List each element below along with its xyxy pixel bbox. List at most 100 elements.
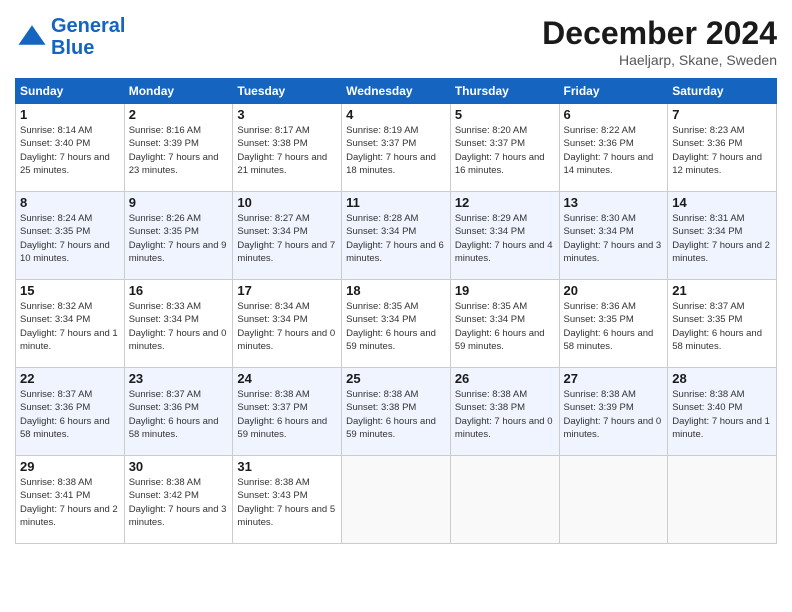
day-number: 23	[129, 371, 229, 386]
logo-line2: Blue	[51, 37, 94, 59]
calendar-cell: 3 Sunrise: 8:17 AMSunset: 3:38 PMDaylight…	[233, 104, 342, 192]
calendar-cell: 11Sunrise: 8:28 AMSunset: 3:34 PMDayligh…	[342, 192, 451, 280]
day-number: 7	[672, 107, 772, 122]
weekday-header: Sunday	[16, 79, 125, 104]
calendar-cell: 27 Sunrise: 8:38 AMSunset: 3:39 PMDayligh…	[559, 368, 668, 456]
day-number: 13	[564, 195, 664, 210]
calendar-cell: 12 Sunrise: 8:29 AMSunset: 3:34 PMDayligh…	[450, 192, 559, 280]
calendar-cell: 2 Sunrise: 8:16 AMSunset: 3:39 PMDaylight…	[124, 104, 233, 192]
day-info: Sunrise: 8:29 AMSunset: 3:34 PMDaylight:…	[455, 212, 555, 265]
title-block: December 2024 Haeljarp, Skane, Sweden	[542, 15, 777, 68]
calendar-cell: 14Sunrise: 8:31 AMSunset: 3:34 PMDayligh…	[668, 192, 777, 280]
logo: General Blue	[15, 15, 125, 59]
calendar-cell: 10 Sunrise: 8:27 AMSunset: 3:34 PMDayligh…	[233, 192, 342, 280]
calendar-cell: 20Sunrise: 8:36 AMSunset: 3:35 PMDayligh…	[559, 280, 668, 368]
logo-text: General Blue	[51, 15, 125, 59]
calendar-week-row: 29 Sunrise: 8:38 AMSunset: 3:41 PMDayligh…	[16, 456, 777, 544]
day-info: Sunrise: 8:16 AMSunset: 3:39 PMDaylight:…	[129, 124, 229, 177]
calendar-page: General Blue December 2024 Haeljarp, Ska…	[0, 0, 792, 612]
day-number: 19	[455, 283, 555, 298]
day-info: Sunrise: 8:30 AMSunset: 3:34 PMDaylight:…	[564, 212, 664, 265]
day-number: 4	[346, 107, 446, 122]
day-info: Sunrise: 8:38 AMSunset: 3:40 PMDaylight:…	[672, 388, 772, 441]
calendar-cell: 31Sunrise: 8:38 AMSunset: 3:43 PMDayligh…	[233, 456, 342, 544]
calendar-week-row: 22 Sunrise: 8:37 AMSunset: 3:36 PMDayligh…	[16, 368, 777, 456]
calendar-cell: 26 Sunrise: 8:38 AMSunset: 3:38 PMDayligh…	[450, 368, 559, 456]
day-number: 21	[672, 283, 772, 298]
day-number: 31	[237, 459, 337, 474]
day-info: Sunrise: 8:38 AMSunset: 3:41 PMDaylight:…	[20, 476, 120, 529]
calendar-cell: 15 Sunrise: 8:32 AMSunset: 3:34 PMDayligh…	[16, 280, 125, 368]
day-info: Sunrise: 8:23 AMSunset: 3:36 PMDaylight:…	[672, 124, 772, 177]
month-title: December 2024	[542, 15, 777, 52]
calendar-cell: 9 Sunrise: 8:26 AMSunset: 3:35 PMDaylight…	[124, 192, 233, 280]
day-number: 8	[20, 195, 120, 210]
day-number: 17	[237, 283, 337, 298]
calendar-cell: 29 Sunrise: 8:38 AMSunset: 3:41 PMDayligh…	[16, 456, 125, 544]
weekday-header: Thursday	[450, 79, 559, 104]
day-info: Sunrise: 8:27 AMSunset: 3:34 PMDaylight:…	[237, 212, 337, 265]
calendar-cell: 6 Sunrise: 8:22 AMSunset: 3:36 PMDaylight…	[559, 104, 668, 192]
day-number: 18	[346, 283, 446, 298]
calendar-cell: 4 Sunrise: 8:19 AMSunset: 3:37 PMDaylight…	[342, 104, 451, 192]
weekday-header-row: SundayMondayTuesdayWednesdayThursdayFrid…	[16, 79, 777, 104]
day-number: 22	[20, 371, 120, 386]
day-number: 2	[129, 107, 229, 122]
day-number: 3	[237, 107, 337, 122]
day-info: Sunrise: 8:38 AMSunset: 3:38 PMDaylight:…	[455, 388, 555, 441]
calendar-cell: 28 Sunrise: 8:38 AMSunset: 3:40 PMDayligh…	[668, 368, 777, 456]
day-number: 9	[129, 195, 229, 210]
calendar-cell: 21 Sunrise: 8:37 AMSunset: 3:35 PMDayligh…	[668, 280, 777, 368]
calendar-cell: 18Sunrise: 8:35 AMSunset: 3:34 PMDayligh…	[342, 280, 451, 368]
day-number: 29	[20, 459, 120, 474]
weekday-header: Tuesday	[233, 79, 342, 104]
day-info: Sunrise: 8:38 AMSunset: 3:39 PMDaylight:…	[564, 388, 664, 441]
day-number: 16	[129, 283, 229, 298]
calendar-cell: 19Sunrise: 8:35 AMSunset: 3:34 PMDayligh…	[450, 280, 559, 368]
day-info: Sunrise: 8:32 AMSunset: 3:34 PMDaylight:…	[20, 300, 120, 353]
day-info: Sunrise: 8:20 AMSunset: 3:37 PMDaylight:…	[455, 124, 555, 177]
day-number: 1	[20, 107, 120, 122]
day-info: Sunrise: 8:38 AMSunset: 3:37 PMDaylight:…	[237, 388, 337, 441]
calendar-cell: 30 Sunrise: 8:38 AMSunset: 3:42 PMDayligh…	[124, 456, 233, 544]
calendar-week-row: 8 Sunrise: 8:24 AMSunset: 3:35 PMDaylight…	[16, 192, 777, 280]
day-number: 15	[20, 283, 120, 298]
day-info: Sunrise: 8:24 AMSunset: 3:35 PMDaylight:…	[20, 212, 120, 265]
day-number: 12	[455, 195, 555, 210]
day-number: 28	[672, 371, 772, 386]
calendar-cell: 8 Sunrise: 8:24 AMSunset: 3:35 PMDaylight…	[16, 192, 125, 280]
weekday-header: Saturday	[668, 79, 777, 104]
day-info: Sunrise: 8:38 AMSunset: 3:38 PMDaylight:…	[346, 388, 446, 441]
calendar-cell: 24 Sunrise: 8:38 AMSunset: 3:37 PMDayligh…	[233, 368, 342, 456]
day-number: 6	[564, 107, 664, 122]
day-info: Sunrise: 8:19 AMSunset: 3:37 PMDaylight:…	[346, 124, 446, 177]
calendar-cell: 25 Sunrise: 8:38 AMSunset: 3:38 PMDayligh…	[342, 368, 451, 456]
day-info: Sunrise: 8:37 AMSunset: 3:35 PMDaylight:…	[672, 300, 772, 353]
day-number: 26	[455, 371, 555, 386]
weekday-header: Friday	[559, 79, 668, 104]
day-number: 10	[237, 195, 337, 210]
calendar-cell: 1Sunrise: 8:14 AMSunset: 3:40 PMDaylight…	[16, 104, 125, 192]
calendar-cell: 13 Sunrise: 8:30 AMSunset: 3:34 PMDayligh…	[559, 192, 668, 280]
location: Haeljarp, Skane, Sweden	[542, 52, 777, 68]
day-info: Sunrise: 8:37 AMSunset: 3:36 PMDaylight:…	[20, 388, 120, 441]
day-info: Sunrise: 8:37 AMSunset: 3:36 PMDaylight:…	[129, 388, 229, 441]
day-number: 14	[672, 195, 772, 210]
weekday-header: Wednesday	[342, 79, 451, 104]
day-info: Sunrise: 8:38 AMSunset: 3:42 PMDaylight:…	[129, 476, 229, 529]
day-info: Sunrise: 8:26 AMSunset: 3:35 PMDaylight:…	[129, 212, 229, 265]
calendar-cell	[559, 456, 668, 544]
weekday-header: Monday	[124, 79, 233, 104]
calendar-cell: 16Sunrise: 8:33 AMSunset: 3:34 PMDayligh…	[124, 280, 233, 368]
day-info: Sunrise: 8:36 AMSunset: 3:35 PMDaylight:…	[564, 300, 664, 353]
day-number: 24	[237, 371, 337, 386]
day-info: Sunrise: 8:17 AMSunset: 3:38 PMDaylight:…	[237, 124, 337, 177]
calendar-cell: 5 Sunrise: 8:20 AMSunset: 3:37 PMDaylight…	[450, 104, 559, 192]
day-number: 27	[564, 371, 664, 386]
day-number: 30	[129, 459, 229, 474]
day-number: 5	[455, 107, 555, 122]
calendar-cell	[342, 456, 451, 544]
day-number: 25	[346, 371, 446, 386]
day-info: Sunrise: 8:34 AMSunset: 3:34 PMDaylight:…	[237, 300, 337, 353]
day-info: Sunrise: 8:22 AMSunset: 3:36 PMDaylight:…	[564, 124, 664, 177]
